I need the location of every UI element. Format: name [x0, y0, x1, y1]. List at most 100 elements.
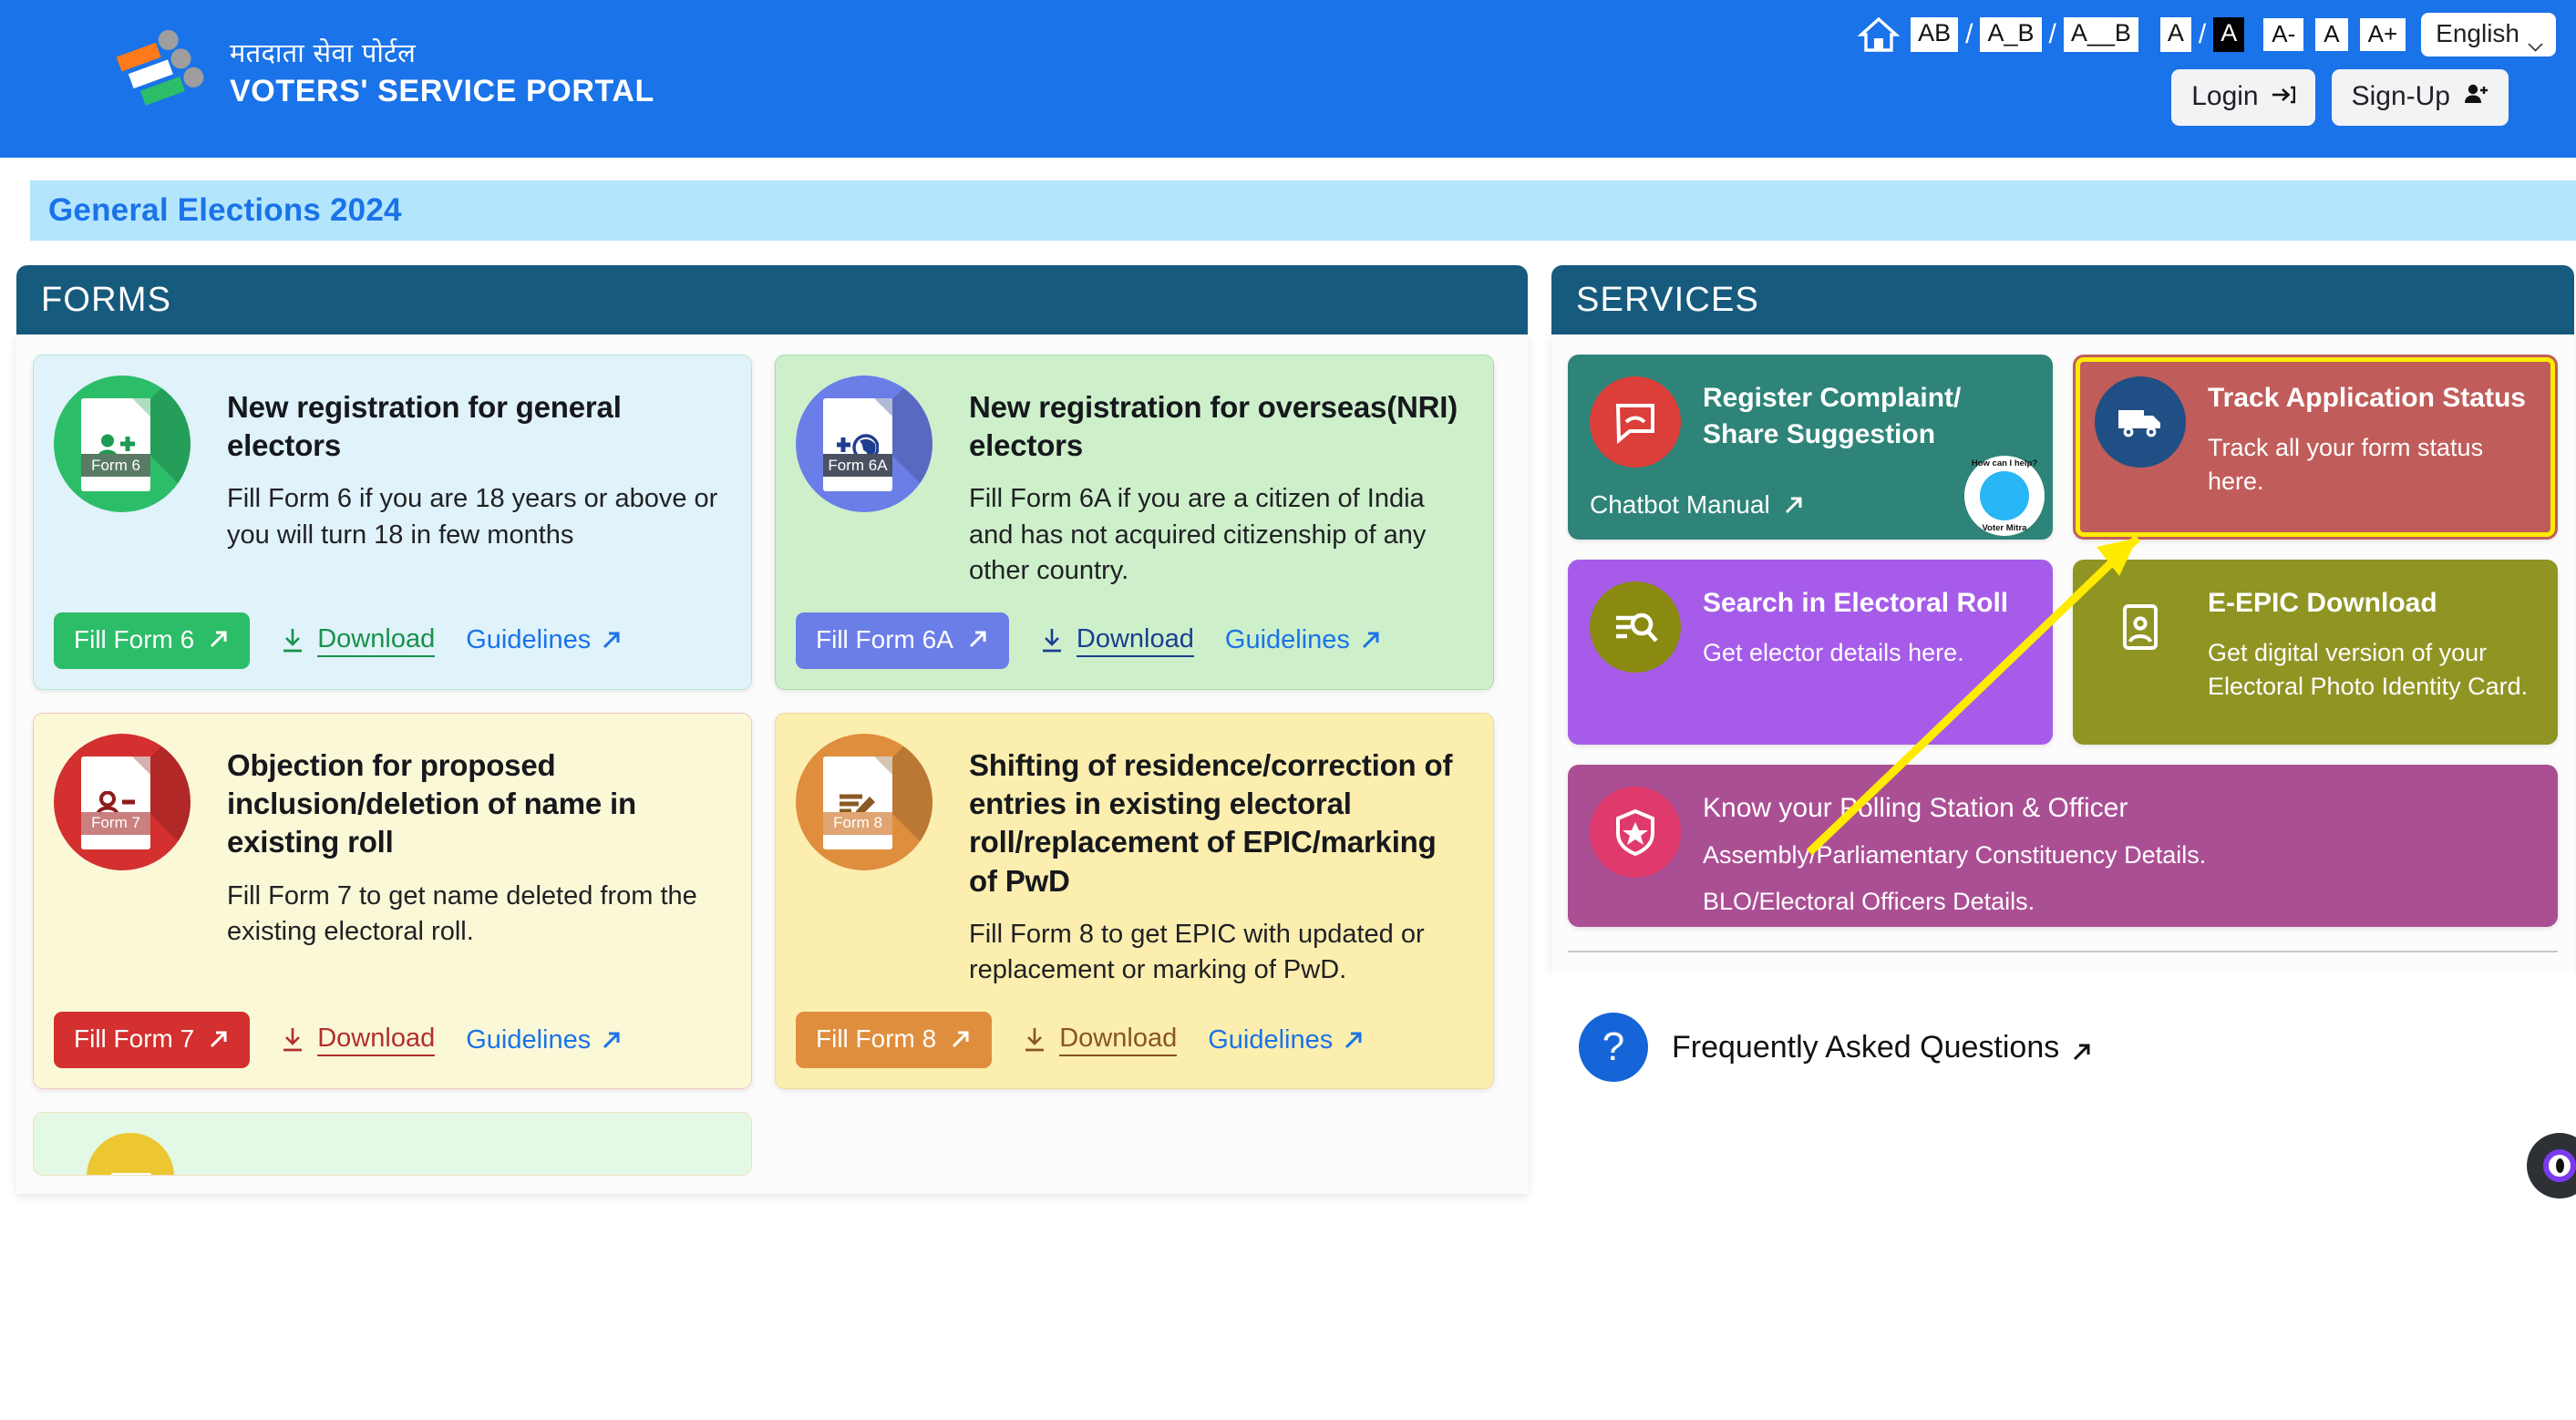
faq-link[interactable]: Frequently Asked Questions — [1672, 1030, 2093, 1065]
fill-form-button[interactable]: Fill Form 8 — [796, 1012, 993, 1069]
forms-panel: FORMS Form 6 New registration for genera… — [16, 265, 1528, 1195]
home-icon[interactable] — [1857, 13, 1901, 57]
contrast-normal[interactable]: A — [2159, 17, 2191, 52]
fill-form-button[interactable]: Fill Form 6A — [796, 612, 1009, 669]
forms-heading: FORMS — [41, 280, 172, 319]
download-label: Download — [317, 624, 436, 657]
banner-title: General Elections 2024 — [48, 192, 402, 228]
login-button[interactable]: Login — [2171, 69, 2315, 126]
faq-section[interactable]: ? Frequently Asked Questions — [1551, 971, 2574, 1082]
voter-mitra-badge[interactable]: How can I help? Voter Mitra — [1964, 456, 2045, 536]
service-card[interactable]: E-EPIC Download Get digital version of y… — [2073, 560, 2558, 745]
font-reset[interactable]: A — [2315, 17, 2348, 52]
signup-label: Sign-Up — [2351, 81, 2450, 111]
form-icon-wrap: Form 6 — [54, 376, 207, 553]
font-size-controls: A- A A+ — [2263, 17, 2406, 52]
form-card-description: Fill Form 6 if you are 18 years or above… — [227, 484, 718, 550]
contrast-controls: AB / A_B / A__B — [1911, 17, 2138, 52]
form-icon-wrap: Form 8 — [796, 733, 949, 988]
form-card[interactable]: Form 6A New registration for overseas(NR… — [775, 355, 1494, 690]
service-card[interactable]: Know your Polling Station & Officer Asse… — [1568, 765, 2558, 927]
header-right: AB / A_B / A__B A / A A- A A+ English Lo… — [1857, 0, 2556, 126]
download-link[interactable]: Download — [281, 624, 436, 657]
chevron-down-icon — [2528, 29, 2543, 52]
guidelines-label: Guidelines — [1208, 1024, 1334, 1055]
form-card[interactable]: Form 8 Shifting of residence/correction … — [775, 712, 1494, 1090]
guidelines-label: Guidelines — [466, 1024, 592, 1055]
download-link[interactable]: Download — [1023, 1024, 1178, 1057]
form-card-description: Fill Form 8 to get EPIC with updated or … — [969, 919, 1425, 984]
chatbot-manual-link[interactable]: Chatbot Manual — [1590, 490, 1805, 520]
external-link-icon — [2070, 1036, 2093, 1060]
truck-icon — [2095, 376, 2186, 468]
download-icon — [1040, 627, 1064, 654]
form-id-label: Form 8 — [823, 811, 892, 835]
service-description: Get digital version of your Electoral Ph… — [2208, 638, 2529, 701]
font-decrease[interactable]: A- — [2263, 17, 2304, 52]
service-title: Register Complaint/ Share Suggestion — [1703, 383, 1962, 449]
download-icon — [281, 1026, 304, 1054]
external-link-icon — [966, 628, 989, 651]
forms-grid: Form 6 New registration for general elec… — [33, 355, 1511, 1090]
fill-form-label: Fill Form 7 — [74, 1024, 195, 1054]
external-link-icon — [1342, 1029, 1365, 1052]
separator-1: / — [1965, 19, 1973, 49]
contrast-a-b[interactable]: A_B — [1980, 17, 2042, 52]
chat-bubble-icon — [1590, 376, 1681, 468]
accessibility-toolbar: AB / A_B / A__B A / A A- A A+ English — [1857, 13, 2556, 57]
guidelines-link[interactable]: Guidelines — [466, 625, 623, 655]
external-link-icon — [1782, 494, 1805, 517]
services-panel-header: SERVICES — [1551, 265, 2574, 334]
form-card[interactable]: Form 7 Objection for proposed inclusion/… — [33, 712, 752, 1090]
globe-plus-icon: Form 6A — [796, 376, 933, 512]
separator-3: / — [2198, 19, 2207, 49]
external-link-icon — [207, 628, 230, 651]
service-title: E-EPIC Download — [2208, 588, 2437, 618]
form-card-title: Objection for proposed inclusion/deletio… — [227, 747, 636, 859]
form-card[interactable]: Form 6 New registration for general elec… — [33, 355, 752, 690]
contrast-ab[interactable]: AB — [1911, 17, 1959, 52]
document-icon — [111, 1173, 151, 1176]
language-value: English — [2436, 19, 2519, 47]
download-label: Download — [317, 1024, 436, 1057]
services-heading: SERVICES — [1576, 280, 1760, 319]
language-selector[interactable]: English — [2421, 13, 2556, 57]
guidelines-label: Guidelines — [466, 625, 592, 655]
fill-form-label: Fill Form 6A — [816, 624, 953, 653]
external-link-icon — [207, 1028, 230, 1051]
service-card[interactable]: Track Application Status Track all your … — [2073, 355, 2558, 540]
services-grid: Register Complaint/ Share Suggestion Cha… — [1568, 355, 2558, 927]
form-icon-wrap: Form 6A — [796, 376, 949, 589]
form-icon — [87, 1133, 174, 1176]
font-increase[interactable]: A+ — [2359, 17, 2406, 52]
divider — [1568, 951, 2558, 952]
form-card-title: New registration for overseas(NRI) elect… — [969, 390, 1458, 463]
services-column: SERVICES Register Complaint/ Share Sugge… — [1551, 265, 2574, 1194]
form-card-description: Fill Form 6A if you are a citizen of Ind… — [969, 484, 1427, 585]
guidelines-link[interactable]: Guidelines — [466, 1025, 623, 1055]
signup-button[interactable]: Sign-Up — [2331, 69, 2509, 126]
list-search-icon — [1590, 581, 1681, 673]
login-label: Login — [2191, 81, 2259, 111]
brand-block[interactable]: मतदाता सेवा पोर्टल VOTERS' SERVICE PORTA… — [109, 24, 654, 120]
theme-controls: A / A — [2159, 17, 2245, 52]
form-card-title: Shifting of residence/correction of entr… — [969, 747, 1453, 898]
avatar — [1980, 471, 2029, 520]
separator-2: / — [2048, 19, 2056, 49]
download-link[interactable]: Download — [281, 1024, 436, 1057]
contrast-a--b[interactable]: A__B — [2063, 17, 2138, 52]
fill-form-button[interactable]: Fill Form 7 — [54, 1012, 251, 1069]
download-link[interactable]: Download — [1040, 624, 1194, 657]
question-mark-icon: ? — [1579, 1013, 1648, 1082]
service-card[interactable]: Register Complaint/ Share Suggestion Cha… — [1568, 355, 2053, 540]
fill-form-button[interactable]: Fill Form 6 — [54, 612, 251, 669]
download-icon — [1023, 1026, 1046, 1054]
guidelines-link[interactable]: Guidelines — [1225, 625, 1382, 655]
service-card[interactable]: Search in Electoral Roll Get elector det… — [1568, 560, 2053, 745]
list-item[interactable] — [33, 1112, 752, 1177]
download-icon — [281, 627, 304, 654]
contrast-inverted[interactable]: A — [2213, 17, 2245, 52]
form-icon-wrap: Form 7 — [54, 733, 207, 950]
services-panel-body: Register Complaint/ Share Suggestion Cha… — [1551, 334, 2574, 971]
guidelines-link[interactable]: Guidelines — [1208, 1025, 1365, 1055]
